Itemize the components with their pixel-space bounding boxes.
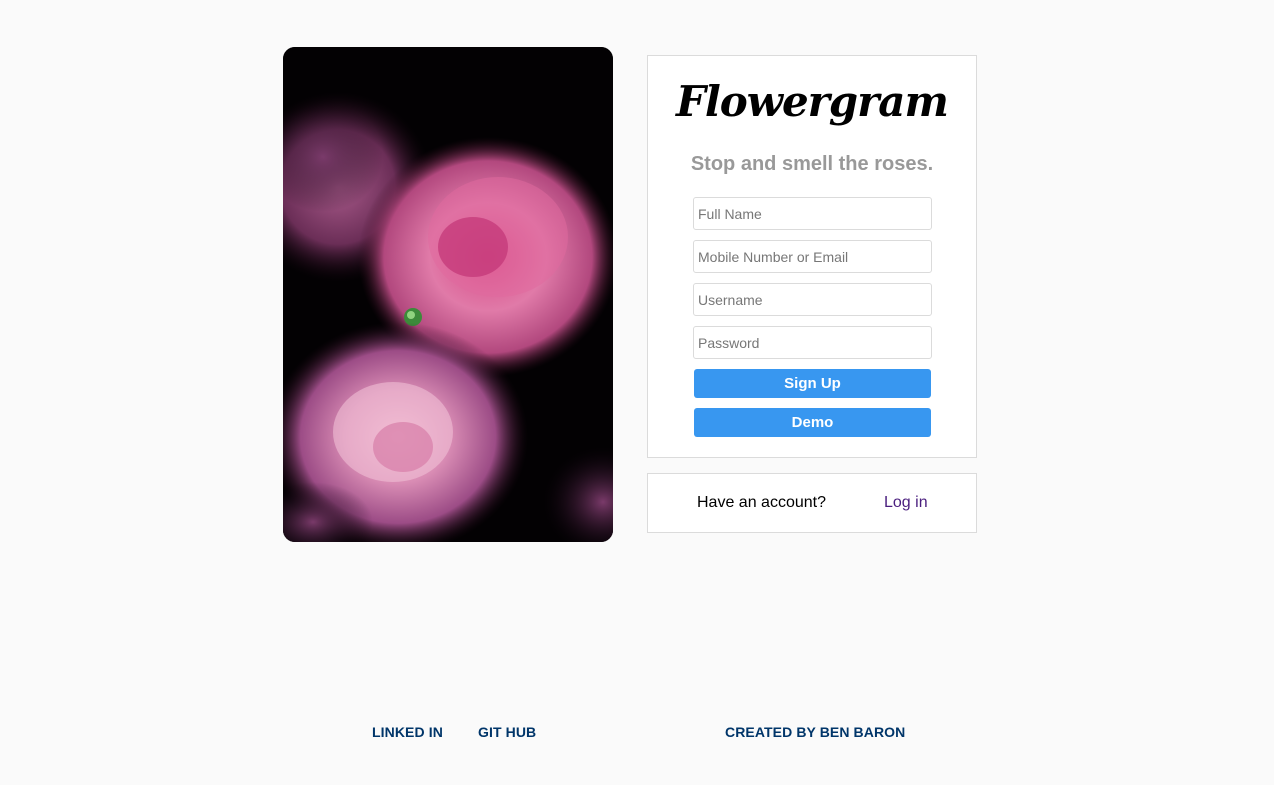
peony-image <box>283 47 613 542</box>
login-link[interactable]: Log in <box>884 494 928 512</box>
footer-credit-link[interactable]: CREATED BY BEN BARON <box>725 724 905 740</box>
signup-page: Flowergram Stop and smell the roses. Sig… <box>0 0 1274 785</box>
signup-button[interactable]: Sign Up <box>694 369 931 398</box>
username-input[interactable] <box>693 283 932 316</box>
flower-photo <box>283 47 613 542</box>
footer-linkedin-link[interactable]: LINKED IN <box>372 724 443 740</box>
tagline: Stop and smell the roses. <box>690 153 934 175</box>
password-input[interactable] <box>693 326 932 359</box>
footer-github-link[interactable]: GIT HUB <box>478 724 536 740</box>
signup-card: Flowergram Stop and smell the roses. Sig… <box>647 55 977 458</box>
have-account-text: Have an account? <box>697 494 826 511</box>
mobile-or-email-input[interactable] <box>693 240 932 273</box>
full-name-input[interactable] <box>693 197 932 230</box>
app-logo: Flowergram <box>676 77 949 126</box>
login-card: Have an account? Log in <box>647 473 977 533</box>
demo-button[interactable]: Demo <box>694 408 931 437</box>
